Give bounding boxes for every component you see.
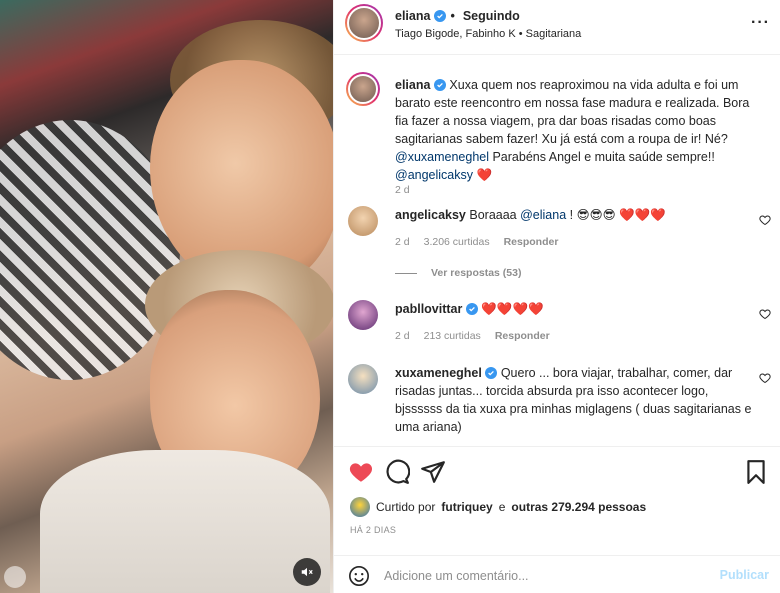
liked-by: Curtido por futriquey e outras 279.294 p…	[350, 497, 646, 517]
paper-plane-icon[interactable]	[420, 459, 446, 485]
liked-by-connector: e	[498, 500, 506, 514]
comment-meta: 2 d 3.206 curtidas Responder	[395, 236, 558, 248]
comment-username[interactable]: angelicaksy	[395, 208, 466, 222]
comment-composer: Publicar	[334, 555, 780, 593]
view-replies-button[interactable]: Ver respostas (53)	[395, 267, 521, 279]
video-scene-shirt	[40, 450, 330, 593]
caption-body-2: Parabéns Angel e muita saúde sempre!!	[489, 150, 715, 164]
author-line: eliana • Seguindo	[395, 9, 520, 23]
commenter-avatar[interactable]	[348, 364, 378, 394]
heart-outline-icon[interactable]	[759, 372, 771, 384]
heart-outline-icon[interactable]	[759, 308, 771, 320]
comment-icon[interactable]	[384, 459, 410, 485]
caption-avatar[interactable]	[346, 72, 380, 106]
heart-filled-icon[interactable]	[348, 459, 374, 485]
verified-badge-icon	[434, 10, 447, 22]
caption-text: eliana Xuxa quem nos reaproximou na vida…	[395, 76, 755, 184]
comment-text: pabllovittar ❤️❤️❤️❤️	[395, 300, 755, 318]
caption-username[interactable]: eliana	[395, 78, 430, 92]
heart-outline-icon[interactable]	[759, 214, 771, 226]
comment-input[interactable]	[384, 564, 704, 588]
post-header: eliana • Seguindo Tiago Bigode, Fabinho …	[334, 0, 780, 55]
view-replies-label: Ver respostas (53)	[431, 267, 522, 279]
comment-likes[interactable]: 213 curtidas	[424, 330, 481, 342]
comment-username[interactable]: xuxameneghel	[395, 366, 482, 380]
verified-badge-icon	[485, 367, 498, 379]
liker-avatar[interactable]	[350, 497, 370, 517]
speaker-muted-icon	[301, 567, 313, 577]
comment-body: ❤️❤️❤️❤️	[481, 302, 544, 316]
comment-body-2: ! 😎😎😎 ❤️❤️❤️	[566, 208, 666, 222]
liked-by-user[interactable]: futriquey	[441, 500, 492, 514]
comment-time[interactable]: 2 d	[395, 236, 410, 248]
comment-time[interactable]: 2 d	[395, 330, 410, 342]
comment-meta: 2 d 213 curtidas Responder	[395, 330, 550, 342]
verified-badge-icon	[465, 303, 478, 315]
comment-username[interactable]: pabllovittar	[395, 302, 462, 316]
comments-list[interactable]: eliana Xuxa quem nos reaproximou na vida…	[334, 56, 780, 446]
heart-emoji: ❤️	[476, 168, 493, 182]
post-timestamp[interactable]: HÁ 2 DIAS	[350, 525, 396, 535]
mention-link[interactable]: @eliana	[520, 208, 566, 222]
author-username[interactable]: eliana	[395, 9, 430, 23]
reply-button[interactable]: Responder	[504, 236, 559, 248]
caption-body: Xuxa quem nos reaproximou na vida adulta…	[395, 78, 750, 146]
mute-button[interactable]	[293, 558, 321, 586]
comment-likes[interactable]: 3.206 curtidas	[424, 236, 490, 248]
header-subtitle[interactable]: Tiago Bigode, Fabinho K • Sagitariana	[395, 28, 581, 40]
mention-link[interactable]: @xuxameneghel	[395, 150, 489, 164]
reply-button[interactable]: Responder	[495, 330, 550, 342]
replies-divider	[395, 272, 417, 274]
verified-badge-icon	[433, 79, 446, 91]
ellipsis-icon: ···	[751, 14, 770, 31]
more-options-button[interactable]: ···	[751, 14, 770, 32]
author-avatar[interactable]	[345, 4, 383, 42]
bookmark-icon[interactable]	[743, 459, 769, 485]
liked-by-prefix: Curtido por	[376, 500, 436, 514]
post-video[interactable]	[0, 0, 333, 593]
liked-by-others[interactable]: outras 279.294 pessoas	[511, 500, 646, 514]
comment-body: Boraaaa	[469, 208, 521, 222]
video-progress-dot	[4, 566, 26, 588]
mention-link[interactable]: @angelicaksy	[395, 168, 473, 182]
follow-status-button[interactable]: Seguindo	[463, 9, 520, 23]
commenter-avatar[interactable]	[348, 206, 378, 236]
caption-meta: 2 d	[395, 184, 410, 196]
comment-text: xuxameneghel Quero ... bora viajar, trab…	[395, 364, 755, 436]
smiley-icon[interactable]	[348, 565, 370, 587]
header-separator: •	[450, 9, 455, 23]
publish-button[interactable]: Publicar	[720, 568, 769, 582]
commenter-avatar[interactable]	[348, 300, 378, 330]
comment-text: angelicaksy Boraaaa @eliana ! 😎😎😎 ❤️❤️❤️	[395, 206, 755, 224]
post-actions: Curtido por futriquey e outras 279.294 p…	[334, 446, 780, 593]
post-panel: eliana • Seguindo Tiago Bigode, Fabinho …	[333, 0, 780, 593]
caption-time[interactable]: 2 d	[395, 184, 410, 196]
